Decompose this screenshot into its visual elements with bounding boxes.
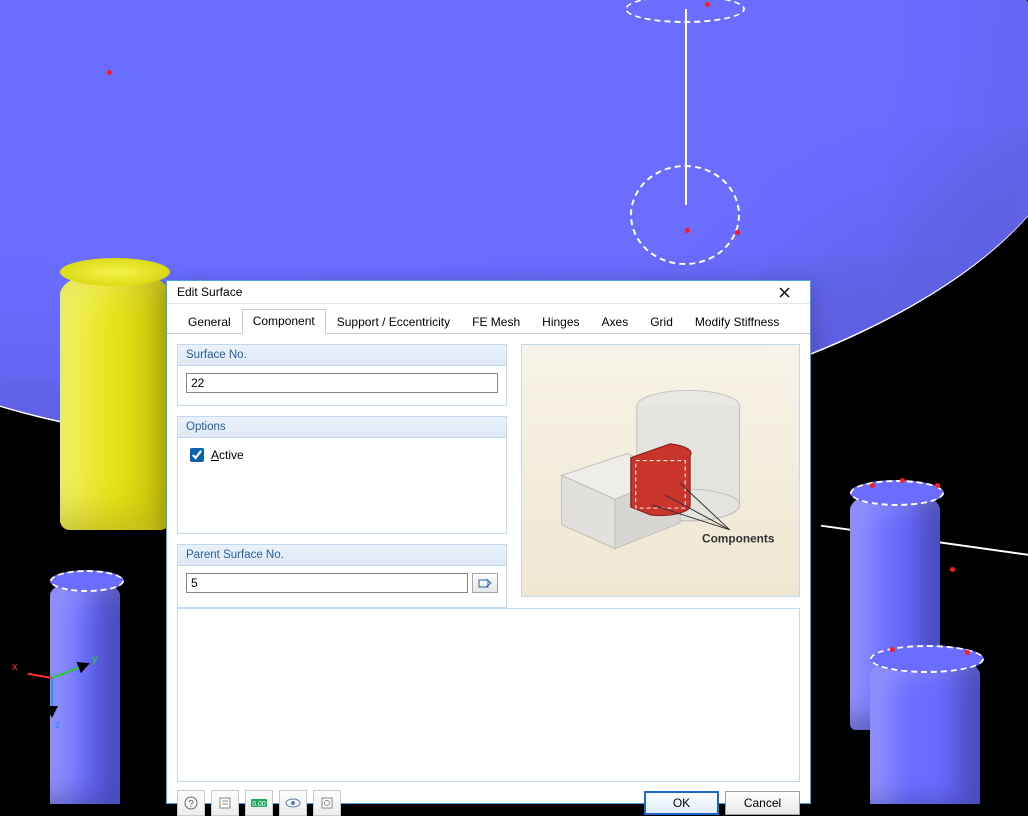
tab-hinges[interactable]: Hinges xyxy=(531,310,590,334)
parent-surface-no-input[interactable] xyxy=(186,573,468,593)
surface-no-input[interactable] xyxy=(186,373,498,393)
node-dot xyxy=(107,70,112,75)
tab-fe-mesh[interactable]: FE Mesh xyxy=(461,310,531,334)
group-legend: Surface No. xyxy=(178,345,506,366)
settings-button[interactable] xyxy=(313,790,341,816)
svg-text:x: x xyxy=(12,661,18,673)
node-dot xyxy=(890,647,895,652)
eye-icon xyxy=(285,796,301,810)
tab-modify-stiffness[interactable]: Modify Stiffness xyxy=(684,310,790,334)
view-button[interactable] xyxy=(279,790,307,816)
tab-axes[interactable]: Axes xyxy=(591,310,640,334)
ok-button[interactable]: OK xyxy=(644,791,719,815)
svg-text:Components: Components xyxy=(702,532,775,546)
titlebar[interactable]: Edit Surface xyxy=(167,281,810,304)
node-dot xyxy=(685,228,690,233)
svg-text:0.00: 0.00 xyxy=(252,801,266,808)
cancel-button[interactable]: Cancel xyxy=(725,791,800,815)
pick-icon xyxy=(478,577,492,589)
help-icon: ? xyxy=(184,796,198,810)
node-dot xyxy=(935,483,940,488)
tab-bar: General Component Support / Eccentricity… xyxy=(167,304,810,334)
group-options: Options Active xyxy=(177,416,507,534)
preview-pane: Components xyxy=(521,344,800,597)
preview-illustration: Components xyxy=(532,355,789,586)
close-icon xyxy=(779,287,790,298)
tab-support-eccentricity[interactable]: Support / Eccentricity xyxy=(326,310,461,334)
active-checkbox[interactable] xyxy=(190,448,204,462)
help-button[interactable]: ? xyxy=(177,790,205,816)
node-dot xyxy=(705,2,710,7)
column[interactable] xyxy=(870,655,980,804)
tab-grid[interactable]: Grid xyxy=(639,310,684,334)
tab-general[interactable]: General xyxy=(177,310,242,334)
group-surface-no: Surface No. xyxy=(177,344,507,406)
active-label-text: ctive xyxy=(219,448,244,462)
tab-component[interactable]: Component xyxy=(242,309,326,334)
units-icon: 0.00 xyxy=(250,796,268,810)
dialog-lower-area xyxy=(177,608,800,782)
close-button[interactable] xyxy=(764,281,804,303)
svg-text:?: ? xyxy=(188,799,194,810)
pick-surface-button[interactable] xyxy=(472,573,498,593)
column[interactable] xyxy=(50,580,120,804)
dialog-footer: ? 0.00 OK Cancel xyxy=(167,790,810,816)
note-icon xyxy=(218,796,232,810)
node-dot xyxy=(735,230,740,235)
settings-icon xyxy=(320,796,334,810)
dialog-title: Edit Surface xyxy=(177,285,764,299)
group-legend: Parent Surface No. xyxy=(178,545,506,566)
units-button[interactable]: 0.00 xyxy=(245,790,273,816)
node-dot xyxy=(900,478,905,483)
node-dot xyxy=(950,567,955,572)
edit-surface-dialog: Edit Surface General Component Support /… xyxy=(166,280,811,804)
active-label[interactable]: Active xyxy=(211,448,244,462)
node-dot xyxy=(965,650,970,655)
comment-button[interactable] xyxy=(211,790,239,816)
group-legend: Options xyxy=(178,417,506,438)
group-parent-surface-no: Parent Surface No. xyxy=(177,544,507,608)
dialog-body: Surface No. Options Active Parent Surfac… xyxy=(167,334,810,608)
selected-column-22[interactable] xyxy=(60,270,170,530)
node-dot xyxy=(870,483,875,488)
